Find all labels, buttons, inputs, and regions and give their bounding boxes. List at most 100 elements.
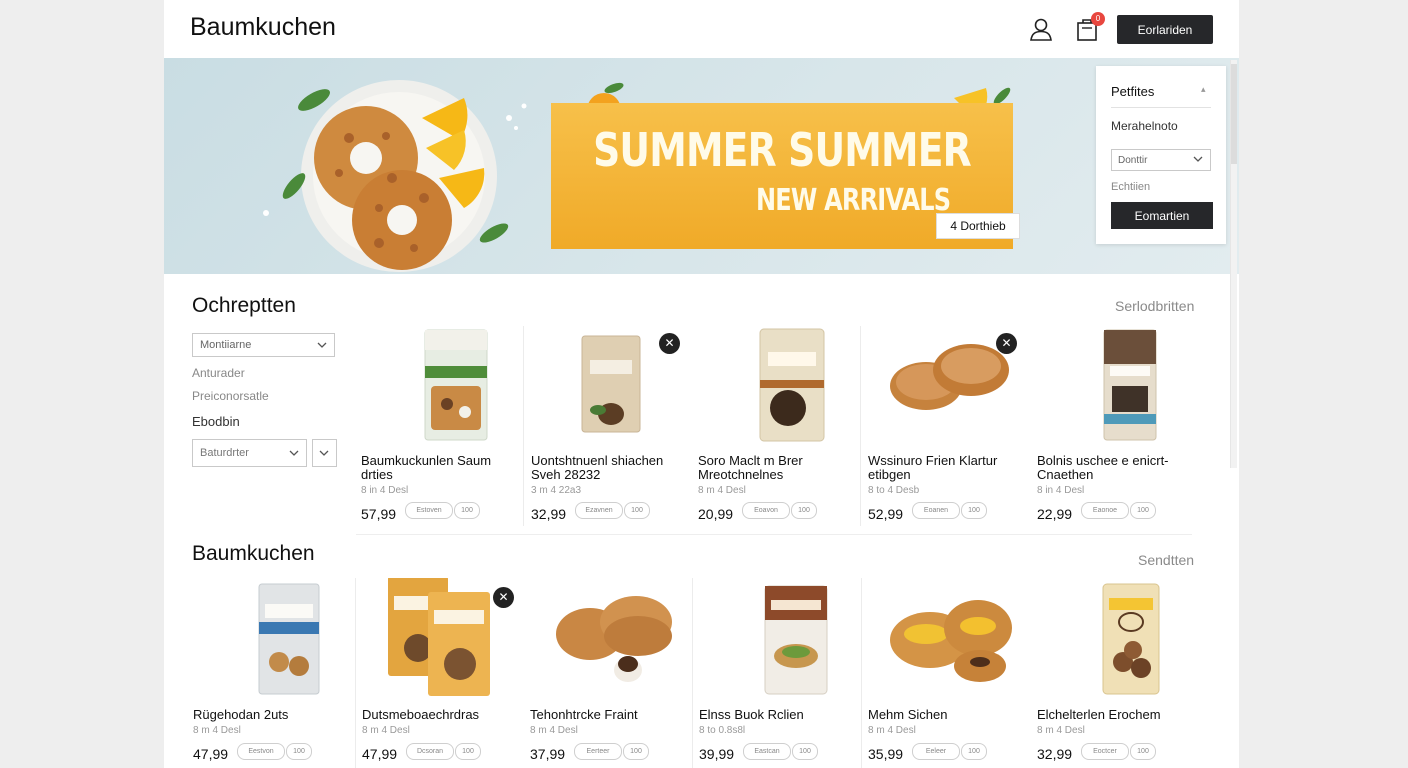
product-card[interactable]: Elchelterlen Erochem 8 m 4 Desl 32,99 Eo…: [1037, 578, 1205, 768]
promo-headline: SUMMER SUMMER: [593, 123, 972, 177]
product-card[interactable]: ✕ Wssinuro Frien Klartur etibgen 8 to 4 …: [860, 326, 1029, 526]
hero-banner[interactable]: SUMMER SUMMER NEW ARRIVALS 4 Dorthieb: [164, 58, 1239, 274]
product-card[interactable]: Mehm Sichen 8 m 4 Desl 35,99 Eeleer 100: [861, 578, 1030, 768]
promo-subheadline: NEW ARRIVALS: [756, 183, 951, 218]
add-to-cart-chip[interactable]: Eoavon: [742, 502, 790, 519]
add-to-cart-chip[interactable]: Estoven: [405, 502, 453, 519]
filter-panel-select[interactable]: Donttir: [1111, 149, 1211, 171]
add-to-cart-chip[interactable]: Eoanen: [912, 502, 960, 519]
product-card[interactable]: ✕ Uontshtnuenl shiachen Sveh 28232 3 m 4…: [523, 326, 692, 526]
top-navigation: Baumkuchen 0 Eorlariden: [164, 0, 1239, 59]
product-card[interactable]: Tehonhtrcke Fraint 8 m 4 Desl 37,99 Eert…: [530, 578, 698, 768]
product-name[interactable]: Rügehodan 2uts: [193, 708, 358, 722]
section-divider: [356, 534, 1192, 535]
add-to-cart-chip[interactable]: Eastcan: [743, 743, 791, 760]
add-to-cart-chip[interactable]: Eerteer: [574, 743, 622, 760]
quantity-chip[interactable]: 100: [791, 502, 817, 519]
sidebar-link-1[interactable]: Anturader: [192, 366, 245, 380]
product-price: 22,99: [1037, 506, 1073, 522]
product-image[interactable]: [718, 326, 848, 444]
filter-apply-button[interactable]: Eomartien: [1111, 202, 1213, 229]
quantity-chip[interactable]: 100: [455, 743, 481, 760]
product-image[interactable]: [881, 326, 1011, 444]
product-meta: 8 to 4 Desb: [868, 485, 920, 496]
product-name[interactable]: Tehonhtrcke Fraint: [530, 708, 695, 722]
quantity-chip[interactable]: 100: [1130, 743, 1156, 760]
cart-count-badge: 0: [1091, 12, 1105, 26]
quantity-chip[interactable]: 100: [624, 502, 650, 519]
product-image[interactable]: [376, 578, 506, 696]
product-image[interactable]: [550, 578, 680, 696]
product-price: 52,99: [868, 506, 904, 522]
dropdown-toggle-button[interactable]: [312, 439, 337, 467]
product-name[interactable]: Soro Maclt m Brer Mreotchnelnes: [698, 454, 863, 482]
scrollbar[interactable]: [1230, 60, 1237, 468]
add-to-cart-chip[interactable]: Eeleer: [912, 743, 960, 760]
product-image[interactable]: [882, 578, 1012, 696]
product-name[interactable]: Wssinuro Frien Klartur etibgen: [868, 454, 1033, 482]
product-meta: 8 in 4 Desl: [361, 485, 409, 496]
section-title-1: Ochreptten: [192, 294, 296, 317]
product-price: 20,99: [698, 506, 734, 522]
close-icon[interactable]: ✕: [659, 333, 680, 354]
product-image[interactable]: [713, 578, 843, 696]
user-icon[interactable]: [1028, 16, 1054, 42]
product-name[interactable]: Mehm Sichen: [868, 708, 1033, 722]
product-card[interactable]: Elnss Buok Rclien 8 to 0.8s8l 39,99 East…: [692, 578, 861, 768]
filter-panel-secondary[interactable]: Echtiien: [1111, 181, 1150, 193]
product-card[interactable]: Bolnis uschee e enicrt-Cnaethen 8 in 4 D…: [1037, 326, 1205, 526]
product-price: 32,99: [1037, 746, 1073, 762]
product-card[interactable]: Soro Maclt m Brer Mreotchnelnes 8 m 4 De…: [698, 326, 866, 526]
product-name[interactable]: Elnss Buok Rclien: [699, 708, 864, 722]
brand-logo[interactable]: Baumkuchen: [190, 13, 336, 42]
collapse-icon[interactable]: ▴: [1201, 84, 1206, 95]
category-select[interactable]: Baturdrter: [192, 439, 307, 467]
add-to-cart-chip[interactable]: Eestvon: [237, 743, 285, 760]
product-meta: 8 m 4 Desl: [1037, 725, 1085, 736]
product-name[interactable]: Uontshtnuenl shiachen Sveh 28232: [531, 454, 696, 482]
scrollbar-thumb[interactable]: [1231, 64, 1237, 164]
chevron-down-icon: [1193, 156, 1203, 162]
quantity-chip[interactable]: 100: [961, 743, 987, 760]
product-meta: 8 to 0.8s8l: [699, 725, 746, 736]
add-to-cart-chip[interactable]: Dcsoran: [406, 743, 454, 760]
product-name[interactable]: Bolnis uschee e enicrt-Cnaethen: [1037, 454, 1202, 482]
sort-select[interactable]: Montiiarne: [192, 333, 335, 357]
product-card[interactable]: Rügehodan 2uts 8 m 4 Desl 47,99 Eestvon …: [193, 578, 361, 768]
product-image[interactable]: [213, 578, 343, 696]
sidebar-link-2[interactable]: Preiconorsatle: [192, 389, 269, 403]
see-all-link-2[interactable]: Sendtten: [1138, 552, 1194, 568]
product-card[interactable]: Baumkuckunlen Saum drties 8 in 4 Desl 57…: [361, 326, 529, 526]
quantity-chip[interactable]: 100: [454, 502, 480, 519]
product-image[interactable]: [1057, 578, 1187, 696]
product-meta: 8 in 4 Desl: [1037, 485, 1085, 496]
product-name[interactable]: Dutsmeboaechrdras: [362, 708, 527, 722]
chevron-down-icon: [317, 342, 327, 348]
quantity-chip[interactable]: 100: [1130, 502, 1156, 519]
add-to-cart-chip[interactable]: Ezavnen: [575, 502, 623, 519]
product-card[interactable]: ✕ Dutsmeboaechrdras 8 m 4 Desl 47,99 Dcs…: [355, 578, 524, 768]
quantity-chip[interactable]: 100: [792, 743, 818, 760]
close-icon[interactable]: ✕: [996, 333, 1017, 354]
header-action-button[interactable]: Eorlariden: [1117, 15, 1213, 44]
product-meta: 8 m 4 Desl: [193, 725, 241, 736]
product-meta: 8 m 4 Desl: [362, 725, 410, 736]
product-name[interactable]: Baumkuckunlen Saum drties: [361, 454, 526, 482]
divider: [1111, 107, 1211, 108]
see-all-link-1[interactable]: Serlodbritten: [1115, 298, 1194, 314]
quantity-chip[interactable]: 100: [286, 743, 312, 760]
product-price: 39,99: [699, 746, 735, 762]
product-image[interactable]: [381, 326, 511, 444]
filter-panel-title: Petfites: [1111, 84, 1155, 99]
quantity-chip[interactable]: 100: [623, 743, 649, 760]
section-title-2: Baumkuchen: [192, 542, 315, 565]
product-image[interactable]: [1057, 326, 1187, 444]
quantity-chip[interactable]: 100: [961, 502, 987, 519]
add-to-cart-chip[interactable]: Eaonoe: [1081, 502, 1129, 519]
close-icon[interactable]: ✕: [493, 587, 514, 608]
product-price: 47,99: [362, 746, 398, 762]
product-image[interactable]: [544, 326, 674, 444]
add-to-cart-chip[interactable]: Eoctcer: [1081, 743, 1129, 760]
promo-tag-button[interactable]: 4 Dorthieb: [936, 213, 1020, 239]
product-name[interactable]: Elchelterlen Erochem: [1037, 708, 1202, 722]
